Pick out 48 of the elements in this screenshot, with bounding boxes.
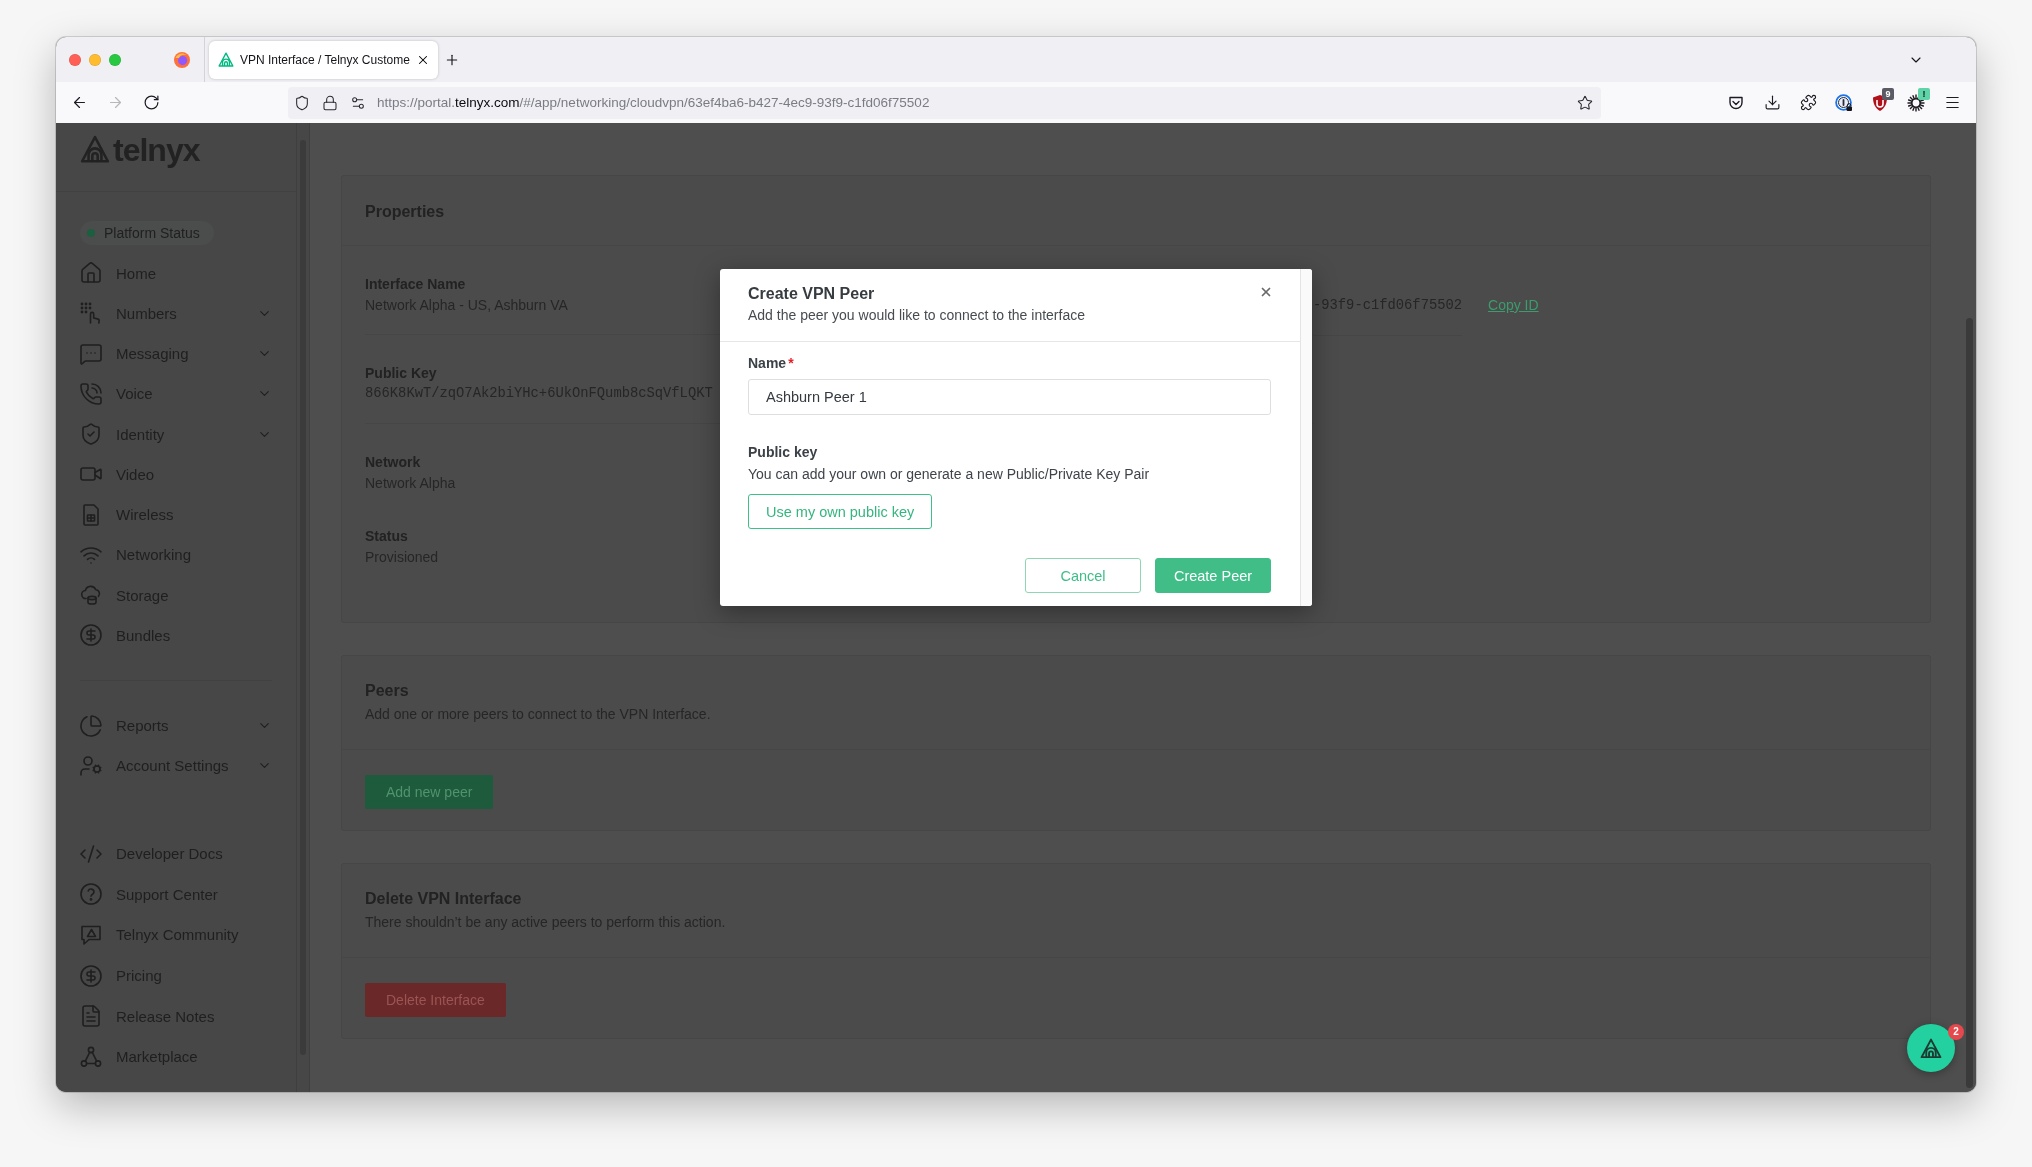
browser-logo-icon[interactable] [174,51,190,68]
menu-icon[interactable] [1943,94,1961,111]
pie-chart-icon [79,713,103,738]
reload-icon[interactable] [142,94,160,111]
window-close-button[interactable] [69,53,81,66]
sliders-icon[interactable] [350,94,366,111]
puzzle-icon[interactable] [1799,94,1817,111]
connected-nodes-icon [79,1044,103,1069]
keypad-hand-icon [79,301,103,326]
shield-icon[interactable] [294,94,310,111]
extension-badge: 9 [1882,87,1894,100]
dollar-circle-icon [79,623,103,648]
phone-icon [79,381,103,406]
dialog-title: Create VPN Peer [748,284,875,304]
dialog-subtitle: Add the peer you would like to connect to the interface [748,306,1085,325]
field-label: Public key [748,443,818,462]
pocket-icon[interactable] [1728,94,1744,111]
cloud-storage-icon [79,583,103,608]
triangle-logo-icon [80,135,110,163]
cancel-button[interactable]: Cancel [1025,558,1141,593]
lock-circle-icon[interactable] [1835,93,1853,112]
download-icon[interactable] [1763,94,1781,111]
address-bar[interactable]: https://portal.telnyx.com/#/app/networking/cloudvpn/63ef4ba6-b427-4ec9-93f9-c1fd06f75502 [288,86,1601,119]
browser-tab[interactable]: VPN Interface / Telnyx Custome [209,40,438,79]
url-text: https://portal.telnyx.com/#/app/networking/cloudvpn/63ef4ba6-b427-4ec9-93f9-c1fd06f75502 [377,95,930,110]
add-button[interactable]: Add new peer [365,775,494,809]
help-icon [79,882,103,907]
copy-id-link[interactable]: Copy ID [1488,295,1539,315]
star-icon[interactable] [1577,94,1593,111]
extension-badge: ! [1918,87,1930,100]
use-own-key-button[interactable]: Use my own public key [748,494,933,529]
dollar-circle-icon [79,963,103,988]
field-label: Name [748,354,787,373]
field-description: You can add your own or generate a new Public/Private Key Pair [748,465,1150,484]
lock-icon[interactable] [322,94,338,111]
status-dot-icon [87,229,95,237]
message-icon [79,341,103,366]
scrollbar-thumb[interactable] [1965,318,1973,1088]
speech-bubble-icon [79,923,103,947]
triangle-logo-icon [218,52,234,67]
house-icon [79,261,103,286]
shield-check-icon [79,422,103,447]
name-input[interactable]: Ashburn Peer 1 [748,379,1271,415]
create-button[interactable]: Create Peer [1155,558,1271,593]
user-gear-icon [79,753,103,778]
triangle-logo-icon [1920,1037,1942,1059]
required-asterisk: * [788,354,794,373]
document-icon [79,1004,103,1029]
